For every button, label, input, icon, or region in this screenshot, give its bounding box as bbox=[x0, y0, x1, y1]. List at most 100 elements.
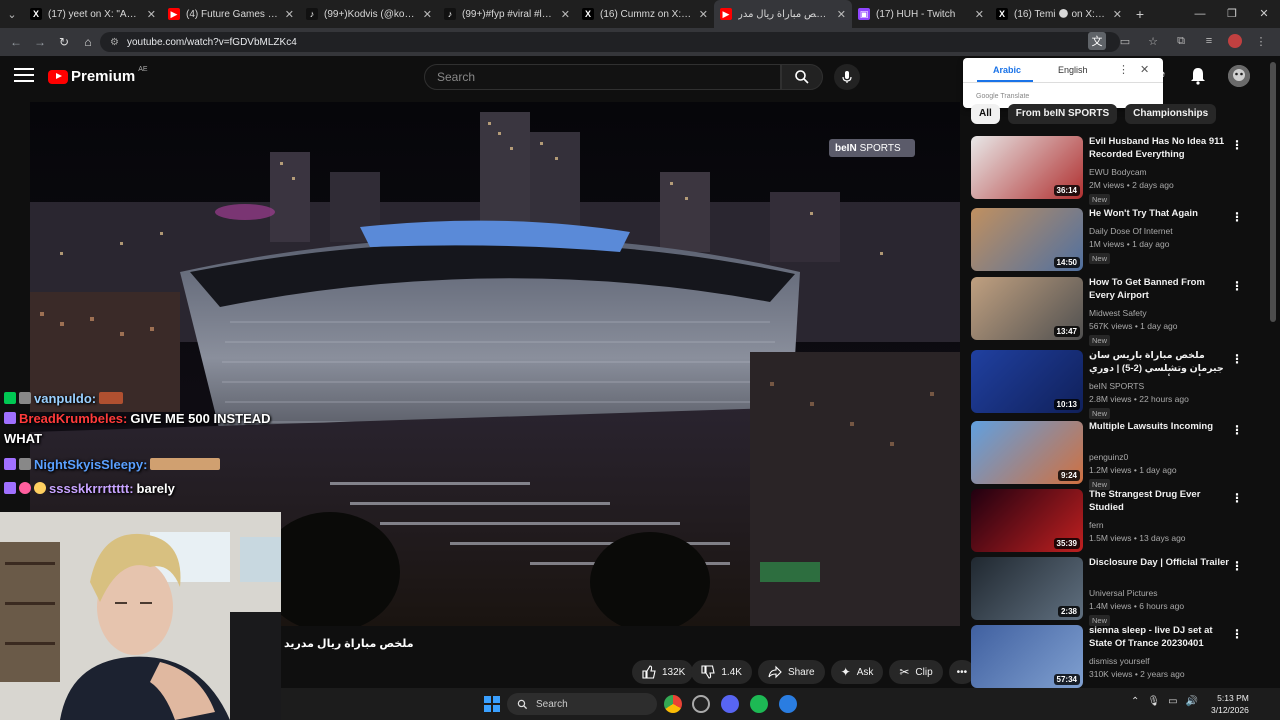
video-thumbnail[interactable]: 10:13 bbox=[971, 350, 1083, 413]
browser-tab[interactable]: X (16) Temi 🌑 on X: "Nah ✕ bbox=[990, 0, 1128, 28]
recommended-video[interactable]: 14:50 He Won't Try That Again Daily Dose O… bbox=[971, 208, 1265, 274]
more-options-icon[interactable]: ⋮ bbox=[1231, 279, 1243, 293]
video-title[interactable]: Evil Husband Has No Idea 911 Recorded Ev… bbox=[1089, 136, 1229, 161]
user-avatar[interactable] bbox=[1228, 65, 1250, 87]
youtube-premium-logo[interactable]: Premium AE bbox=[48, 66, 148, 85]
more-options-icon[interactable]: ⋮ bbox=[1231, 491, 1243, 505]
video-thumbnail[interactable]: 14:50 bbox=[971, 208, 1083, 271]
translate-tab-english[interactable]: English bbox=[1058, 65, 1088, 75]
spotify-icon[interactable] bbox=[750, 695, 768, 713]
dislike-button[interactable]: 1.4K bbox=[691, 660, 752, 684]
tab-close-icon[interactable]: ✕ bbox=[975, 8, 984, 21]
channel-name[interactable]: beIN SPORTS bbox=[1089, 381, 1144, 391]
more-options-icon[interactable]: ⋮ bbox=[1231, 627, 1243, 641]
menu-icon[interactable]: ⋮ bbox=[1252, 32, 1270, 50]
video-thumbnail[interactable]: 13:47 bbox=[971, 277, 1083, 340]
reading-list-icon[interactable]: ≡ bbox=[1200, 32, 1218, 50]
chrome-icon[interactable] bbox=[664, 695, 682, 713]
recommended-video[interactable]: 10:13 ملخص مباراة باريس سان جيرمان وتشلسي… bbox=[971, 350, 1265, 419]
video-title[interactable]: sienna sleep - live DJ set at State Of T… bbox=[1089, 625, 1229, 650]
maximize-icon[interactable]: ❐ bbox=[1216, 0, 1248, 28]
video-title[interactable]: The Strangest Drug Ever Studied bbox=[1089, 489, 1229, 514]
hamburger-menu-icon[interactable] bbox=[14, 68, 34, 84]
back-icon[interactable]: ← bbox=[4, 35, 28, 49]
url-field[interactable]: ⚙ youtube.com/watch?v=fGDVbMLZKc4 bbox=[100, 32, 1120, 52]
translate-icon[interactable]: 文 bbox=[1088, 32, 1106, 50]
recommended-video[interactable]: 2:38 Disclosure Day | Official Trailer Uni… bbox=[971, 557, 1265, 626]
like-button[interactable]: 132K bbox=[632, 660, 694, 684]
browser-tab[interactable]: ♪ (99+)#fyp #viral #larp | la ✕ bbox=[438, 0, 576, 28]
channel-name[interactable]: Universal Pictures bbox=[1089, 588, 1158, 598]
cast-icon[interactable]: ▭ bbox=[1116, 32, 1134, 50]
recommended-video[interactable]: 36:14 Evil Husband Has No Idea 911 Record… bbox=[971, 136, 1265, 205]
browser-tab[interactable]: ▣ (17) HUH - Twitch ✕ bbox=[852, 0, 990, 28]
browser-tab[interactable]: ♪ (99+)Kodvis (@kodvis)'s v ✕ bbox=[300, 0, 438, 28]
video-thumbnail[interactable]: 35:39 bbox=[971, 489, 1083, 552]
forward-icon[interactable]: → bbox=[28, 35, 52, 49]
more-options-icon[interactable]: ⋮ bbox=[1231, 423, 1243, 437]
close-icon[interactable]: ✕ bbox=[1248, 0, 1280, 28]
recommended-video[interactable]: 35:39 The Strangest Drug Ever Studied fern… bbox=[971, 489, 1265, 555]
chevron-up-icon[interactable]: ⌃ bbox=[1131, 696, 1139, 707]
microphone-icon[interactable]: 🎙 bbox=[1147, 696, 1160, 707]
windows-start-icon[interactable] bbox=[484, 696, 500, 712]
clip-button[interactable]: ✂ Clip bbox=[889, 660, 943, 684]
share-button[interactable]: Share bbox=[757, 660, 825, 684]
scrollbar[interactable] bbox=[1270, 62, 1276, 322]
channel-name[interactable]: fern bbox=[1089, 520, 1104, 530]
app-icon[interactable] bbox=[692, 695, 710, 713]
video-title[interactable]: ملخص مباراة باريس سان جيرمان وتشلسي (2-5… bbox=[1089, 350, 1229, 376]
more-options-icon[interactable]: ⋮ bbox=[1231, 559, 1243, 573]
chip-all[interactable]: All bbox=[971, 104, 1000, 124]
channel-name[interactable]: Daily Dose Of Internet bbox=[1089, 226, 1173, 236]
channel-name[interactable]: EWU Bodycam bbox=[1089, 167, 1147, 177]
video-title[interactable]: Multiple Lawsuits Incoming bbox=[1089, 421, 1229, 434]
new-tab-button[interactable]: + bbox=[1128, 6, 1152, 22]
channel-name[interactable]: dismiss yourself bbox=[1089, 656, 1149, 666]
more-options-icon[interactable]: ⋮ bbox=[1231, 352, 1243, 366]
tab-search-icon[interactable]: ⌄ bbox=[0, 0, 24, 28]
more-options-icon[interactable]: ⋮ bbox=[1231, 210, 1243, 224]
taskbar-search[interactable]: Search bbox=[507, 693, 657, 715]
video-title[interactable]: He Won't Try That Again bbox=[1089, 208, 1229, 221]
clock[interactable]: 5:13 PM 3/12/2026 bbox=[1211, 692, 1249, 716]
profile-avatar-icon[interactable] bbox=[1228, 34, 1242, 48]
discord-icon[interactable] bbox=[721, 695, 739, 713]
video-thumbnail[interactable]: 2:38 bbox=[971, 557, 1083, 620]
extensions-icon[interactable]: ⧉ bbox=[1172, 32, 1190, 50]
tab-close-icon[interactable]: ✕ bbox=[147, 8, 156, 21]
reload-icon[interactable]: ↻ bbox=[52, 35, 76, 49]
recommended-video[interactable]: 9:24 Multiple Lawsuits Incoming penguinz0 1… bbox=[971, 421, 1265, 490]
browser-tab[interactable]: ▶ ملخص مباراة ريال مدر ✕ bbox=[714, 0, 852, 28]
app-icon[interactable] bbox=[779, 695, 797, 713]
search-input[interactable]: Search bbox=[424, 64, 781, 90]
video-thumbnail[interactable]: 57:34 bbox=[971, 625, 1083, 688]
chip-from-channel[interactable]: From beIN SPORTS bbox=[1007, 104, 1118, 124]
voice-search-button[interactable] bbox=[834, 64, 860, 90]
chip-championships[interactable]: Championships bbox=[1125, 104, 1217, 124]
recommended-video[interactable]: 57:34 sienna sleep - live DJ set at State… bbox=[971, 625, 1265, 691]
tab-close-icon[interactable]: ✕ bbox=[423, 8, 432, 21]
tab-close-icon[interactable]: ✕ bbox=[285, 8, 294, 21]
minimize-icon[interactable]: — bbox=[1184, 0, 1216, 28]
home-icon[interactable]: ⌂ bbox=[76, 35, 100, 49]
ask-button[interactable]: ✦ Ask bbox=[830, 660, 884, 684]
video-thumbnail[interactable]: 9:24 bbox=[971, 421, 1083, 484]
browser-tab[interactable]: X (16) Cummz on X: "Jesus ✕ bbox=[576, 0, 714, 28]
bookmark-star-icon[interactable]: ☆ bbox=[1144, 32, 1162, 50]
browser-tab[interactable]: ▶ (4) Future Games Show: S ✕ bbox=[162, 0, 300, 28]
tab-close-icon[interactable]: ✕ bbox=[561, 8, 570, 21]
translate-tab-arabic[interactable]: Arabic bbox=[993, 65, 1021, 75]
monitor-icon[interactable]: ▭ bbox=[1168, 696, 1177, 707]
search-button[interactable] bbox=[781, 64, 823, 90]
translate-options-icon[interactable]: ⋮ bbox=[1118, 63, 1129, 76]
video-title[interactable]: Disclosure Day | Official Trailer bbox=[1089, 557, 1229, 570]
volume-icon[interactable]: 🔊 bbox=[1186, 696, 1198, 707]
notifications-bell-icon[interactable] bbox=[1190, 67, 1206, 90]
tab-close-icon[interactable]: ✕ bbox=[837, 8, 846, 21]
tab-close-icon[interactable]: ✕ bbox=[699, 8, 708, 21]
video-title[interactable]: How To Get Banned From Every Airport bbox=[1089, 277, 1229, 302]
channel-name[interactable]: Midwest Safety bbox=[1089, 308, 1147, 318]
site-info-icon[interactable]: ⚙ bbox=[110, 37, 119, 48]
tab-close-icon[interactable]: ✕ bbox=[1113, 8, 1122, 21]
